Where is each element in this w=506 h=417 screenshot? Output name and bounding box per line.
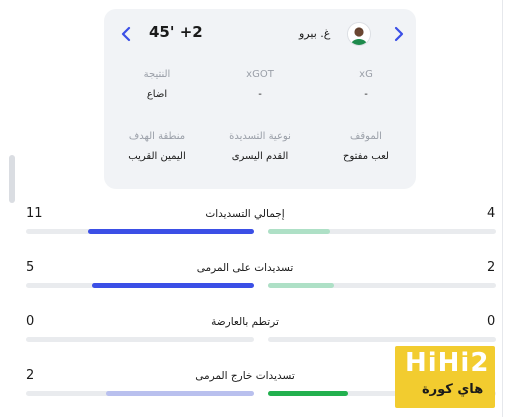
stat-label: نوعية التسديدة	[229, 131, 291, 142]
away-bar-track	[268, 337, 496, 342]
panel-border	[502, 0, 503, 417]
stat-value: اليمين القريب	[128, 151, 186, 162]
stat-xgot: xGOT -	[215, 69, 305, 100]
site-watermark: HiHi2 هاي كورة	[395, 346, 495, 408]
stat-value: اضاع	[146, 89, 168, 100]
stat-title: ترتطم بالعارضة	[211, 316, 279, 328]
stat-label: منطقة الهدف	[128, 131, 186, 142]
watermark-logo-text: HiHi2	[405, 348, 490, 378]
shot-detail-card: 45' +2 غ. بيرو النتيجة اضاع xGOT - xG - …	[104, 9, 416, 189]
chevron-right-icon	[394, 26, 404, 42]
stat-value: -	[258, 89, 262, 100]
home-bar-track	[26, 391, 254, 396]
away-value: 2	[487, 260, 496, 275]
home-bar-fill	[88, 229, 254, 234]
home-bar-fill	[106, 391, 254, 396]
shot-minute: 45' +2	[149, 23, 203, 41]
away-bar-track	[268, 283, 496, 288]
home-bar-track	[26, 337, 254, 342]
away-bar-fill	[268, 283, 334, 288]
stat-result: النتيجة اضاع	[112, 69, 202, 100]
home-value: 0	[26, 314, 35, 329]
stat-label: xGOT	[246, 69, 274, 80]
home-value: 11	[26, 206, 43, 221]
stat-title: تسديدات على المرمى	[196, 262, 294, 274]
stat-shot-type: نوعية التسديدة القدم اليسرى	[215, 131, 305, 162]
home-value: 2	[26, 368, 35, 383]
chevron-left-icon	[121, 26, 131, 42]
home-value: 5	[26, 260, 35, 275]
away-bar-fill	[268, 391, 348, 396]
next-shot-button[interactable]	[387, 22, 411, 46]
away-bar-fill	[268, 229, 330, 234]
stat-xg: xG -	[321, 69, 411, 100]
stat-title: إجمالي التسديدات	[205, 208, 285, 220]
stat-label: النتيجة	[143, 69, 171, 80]
stat-label: الموقف	[350, 131, 382, 142]
stat-label: xG	[359, 69, 373, 80]
player-avatar	[347, 22, 371, 46]
stat-value: القدم اليسرى	[231, 151, 289, 162]
player-name: غ. بيرو	[299, 27, 331, 40]
home-bar-fill	[92, 283, 254, 288]
stat-title: تسديدات خارج المرمى	[195, 370, 295, 382]
away-bar-track	[268, 229, 496, 234]
watermark-caption: هاي كورة	[422, 382, 484, 397]
stat-goal-zone: منطقة الهدف اليمين القريب	[112, 131, 202, 162]
prev-shot-button[interactable]	[114, 22, 138, 46]
stat-value: لعب مفتوح	[343, 151, 389, 162]
scrollbar-thumb[interactable]	[9, 155, 15, 203]
stat-value: -	[364, 89, 368, 100]
away-value: 4	[487, 206, 496, 221]
stat-situation: الموقف لعب مفتوح	[321, 131, 411, 162]
away-value: 0	[487, 314, 496, 329]
home-bar-track	[26, 229, 254, 234]
home-bar-track	[26, 283, 254, 288]
